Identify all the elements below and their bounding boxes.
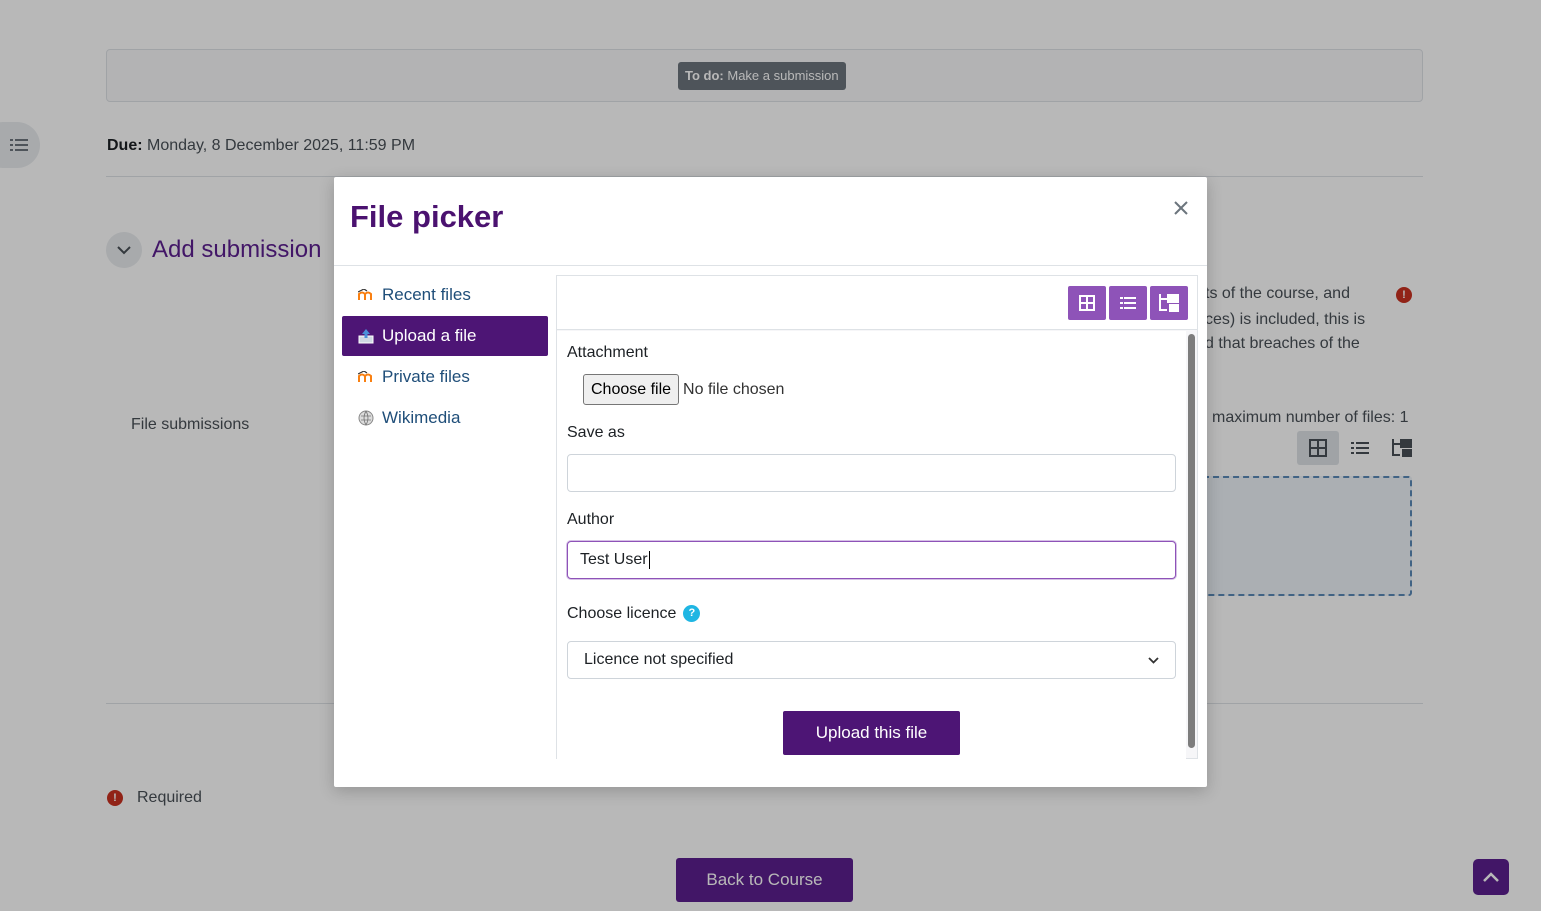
upload-this-file-button[interactable]: Upload this file <box>783 711 960 755</box>
grid-view-icon[interactable] <box>1068 286 1106 320</box>
repository-label: Upload a file <box>382 326 477 345</box>
save-as-input[interactable] <box>567 454 1176 492</box>
repository-label: Private files <box>382 367 470 386</box>
licence-label-row: Choose licence? <box>567 605 701 623</box>
author-value: Test User <box>580 551 648 568</box>
repository-wikimedia[interactable]: Wikimedia <box>342 398 548 438</box>
help-icon[interactable]: ? <box>683 605 701 623</box>
attachment-file-input: Choose file No file chosen <box>583 374 784 405</box>
file-picker-dialog: File picker Recent files Upload a file P… <box>334 177 1207 787</box>
upload-form: Attachment Choose file No file chosen Sa… <box>557 331 1186 759</box>
attachment-label: Attachment <box>567 344 648 361</box>
no-file-text: No file chosen <box>683 380 785 398</box>
moodle-icon <box>358 287 374 303</box>
tree-view-icon[interactable] <box>1150 286 1188 320</box>
repository-label: Recent files <box>382 285 471 304</box>
file-picker-content: Attachment Choose file No file chosen Sa… <box>556 275 1198 759</box>
modal-header: File picker <box>334 177 1207 266</box>
repository-label: Wikimedia <box>382 408 461 427</box>
author-input[interactable]: Test User <box>567 541 1176 579</box>
file-picker-toolbar <box>557 276 1197 330</box>
chevron-down-icon <box>1148 656 1159 664</box>
repository-recent-files[interactable]: Recent files <box>342 275 548 315</box>
author-label: Author <box>567 511 615 528</box>
choose-file-button[interactable]: Choose file <box>583 374 680 405</box>
upload-icon <box>358 328 374 344</box>
text-caret <box>648 550 650 569</box>
licence-select[interactable]: Licence not specified <box>567 641 1176 679</box>
licence-label: Choose licence <box>567 605 677 622</box>
repository-upload-file[interactable]: Upload a file <box>342 316 548 356</box>
save-as-label: Save as <box>567 424 625 441</box>
moodle-icon <box>358 369 374 385</box>
repository-private-files[interactable]: Private files <box>342 357 548 397</box>
close-icon[interactable] <box>1170 197 1192 219</box>
scrollbar[interactable] <box>1188 334 1195 748</box>
repository-list: Recent files Upload a file Private files… <box>342 275 548 439</box>
view-switcher <box>1068 286 1188 320</box>
list-view-icon[interactable] <box>1109 286 1147 320</box>
modal-title: File picker <box>350 199 504 234</box>
wikimedia-icon <box>358 410 374 426</box>
licence-selected: Licence not specified <box>584 651 734 668</box>
